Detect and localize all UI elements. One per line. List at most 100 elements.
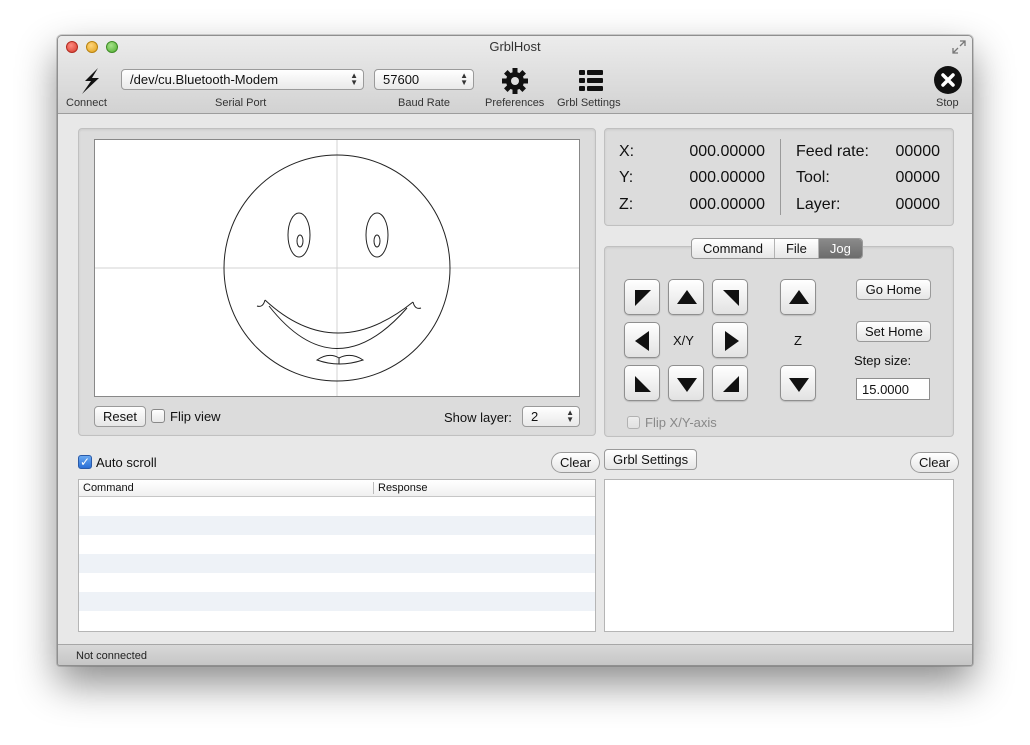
jog-down-left-button[interactable]: [624, 365, 660, 401]
z-label: Z:: [619, 196, 634, 213]
preferences-label: Preferences: [485, 97, 545, 109]
fullscreen-icon[interactable]: [952, 40, 966, 54]
flip-axis-checkbox[interactable]: [627, 416, 640, 429]
jog-up-left-button[interactable]: [624, 279, 660, 315]
toolbar: GrblHost Connect /dev/cu.Bluetooth-Modem…: [58, 36, 972, 114]
stop-button[interactable]: Stop: [928, 64, 968, 110]
x-value: 000.00000: [689, 143, 765, 160]
jog-z-up-button[interactable]: [780, 279, 816, 315]
show-layer-label: Show layer:: [444, 410, 512, 425]
layer-label: Layer:: [796, 196, 841, 213]
column-divider: [373, 482, 374, 494]
tab-jog[interactable]: Jog: [818, 239, 862, 258]
baud-rate-select[interactable]: 57600 ▲ ▼: [374, 69, 474, 90]
y-label: Y:: [619, 169, 634, 186]
flip-view-label: Flip view: [170, 409, 221, 424]
connect-label: Connect: [66, 97, 107, 109]
window-title: GrblHost: [489, 39, 541, 54]
grbl-settings-output[interactable]: [604, 479, 954, 632]
reset-button[interactable]: Reset: [94, 406, 146, 427]
table-row: [79, 497, 595, 516]
grbl-settings-button[interactable]: Grbl Settings: [604, 449, 698, 470]
show-layer-value: 2: [531, 409, 539, 424]
log-clear-button[interactable]: Clear: [551, 452, 601, 473]
set-home-button[interactable]: Set Home: [856, 321, 931, 342]
layer-value: 00000: [895, 196, 941, 213]
table-row: [79, 535, 595, 554]
table-row: [79, 554, 595, 573]
arrow-down-icon: [677, 378, 697, 392]
column-response[interactable]: Response: [378, 482, 428, 494]
arrow-up-icon: [789, 290, 809, 304]
jog-down-button[interactable]: [668, 365, 704, 401]
table-row: [79, 573, 595, 592]
arrow-down-left-icon: [635, 376, 651, 392]
flip-axis-label: Flip X/Y-axis: [645, 415, 717, 430]
show-layer-select[interactable]: 2 ▲ ▼: [522, 406, 580, 427]
arrow-down-icon: [789, 378, 809, 392]
auto-scroll-label: Auto scroll: [96, 455, 157, 470]
coordinates-divider: [780, 139, 781, 215]
app-window: GrblHost Connect /dev/cu.Bluetooth-Modem…: [57, 35, 973, 666]
preferences-button[interactable]: Preferences: [483, 64, 549, 110]
jog-down-right-button[interactable]: [712, 365, 748, 401]
table-header: Command Response: [79, 480, 595, 497]
arrow-left-icon: [635, 331, 649, 351]
grbl-settings-toolbar-button[interactable]: Grbl Settings: [555, 64, 629, 110]
jog-left-button[interactable]: [624, 322, 660, 358]
z-axis-label: Z: [794, 333, 802, 348]
preview-panel: Reset Flip view Show layer: 2 ▲ ▼: [78, 128, 596, 436]
tab-bar: Command File Jog: [691, 238, 863, 259]
arrow-up-left-icon: [635, 290, 651, 306]
xy-label: X/Y: [673, 333, 694, 348]
tool-value: 00000: [895, 169, 941, 186]
x-label: X:: [619, 143, 635, 160]
y-value: 000.00000: [689, 169, 765, 186]
coordinates-panel: X: 000.00000 Y: 000.00000 Z: 000.00000 F…: [604, 128, 954, 226]
connection-status: Not connected: [76, 650, 147, 662]
flip-view-checkbox[interactable]: [151, 409, 165, 423]
auto-scroll-checkbox[interactable]: ✓: [78, 455, 92, 469]
jog-z-down-button[interactable]: [780, 365, 816, 401]
table-row: [79, 592, 595, 611]
table-row: [79, 516, 595, 535]
tab-file[interactable]: File: [775, 239, 819, 258]
list-icon: [579, 70, 603, 91]
serial-port-value: /dev/cu.Bluetooth-Modem: [130, 72, 279, 87]
column-command[interactable]: Command: [83, 482, 134, 494]
grbl-settings-label: Grbl Settings: [557, 97, 621, 109]
stepper-arrows-icon: ▲ ▼: [566, 408, 574, 424]
baud-rate-value: 57600: [383, 72, 420, 87]
z-value: 000.00000: [689, 196, 765, 213]
stepper-arrows-icon: ▲ ▼: [350, 71, 358, 87]
gear-icon: [502, 68, 528, 94]
jog-right-button[interactable]: [712, 322, 748, 358]
lightning-icon: [82, 68, 99, 94]
arrow-up-right-icon: [723, 290, 739, 306]
status-bar: Not connected: [58, 644, 972, 665]
arrow-down-right-icon: [723, 376, 739, 392]
tool-label: Tool:: [796, 169, 830, 186]
feed-rate-label: Feed rate:: [796, 143, 869, 160]
jog-up-button[interactable]: [668, 279, 704, 315]
stop-icon: [934, 66, 962, 94]
stepper-arrows-icon: ▲ ▼: [460, 71, 468, 87]
step-size-input[interactable]: 15.0000: [856, 378, 930, 400]
serial-port-label: Serial Port: [215, 97, 267, 109]
tab-command[interactable]: Command: [692, 239, 775, 258]
stop-label: Stop: [936, 97, 959, 109]
connect-button[interactable]: Connect: [64, 64, 114, 110]
toolpath-preview[interactable]: [94, 139, 580, 397]
feed-rate-value: 00000: [895, 143, 941, 160]
arrow-up-icon: [677, 290, 697, 304]
settings-clear-button[interactable]: Clear: [910, 452, 960, 473]
control-tab-panel: Command File Jog X/Y Z Go Home Set Home …: [604, 238, 954, 437]
go-home-button[interactable]: Go Home: [856, 279, 931, 300]
toolpath-drawing: [95, 140, 579, 396]
jog-up-right-button[interactable]: [712, 279, 748, 315]
command-log-table[interactable]: Command Response: [78, 479, 596, 632]
step-size-label: Step size:: [854, 353, 912, 368]
serial-port-select[interactable]: /dev/cu.Bluetooth-Modem ▲ ▼: [121, 69, 364, 90]
baud-rate-label: Baud Rate: [398, 97, 450, 109]
table-row: [79, 611, 595, 630]
